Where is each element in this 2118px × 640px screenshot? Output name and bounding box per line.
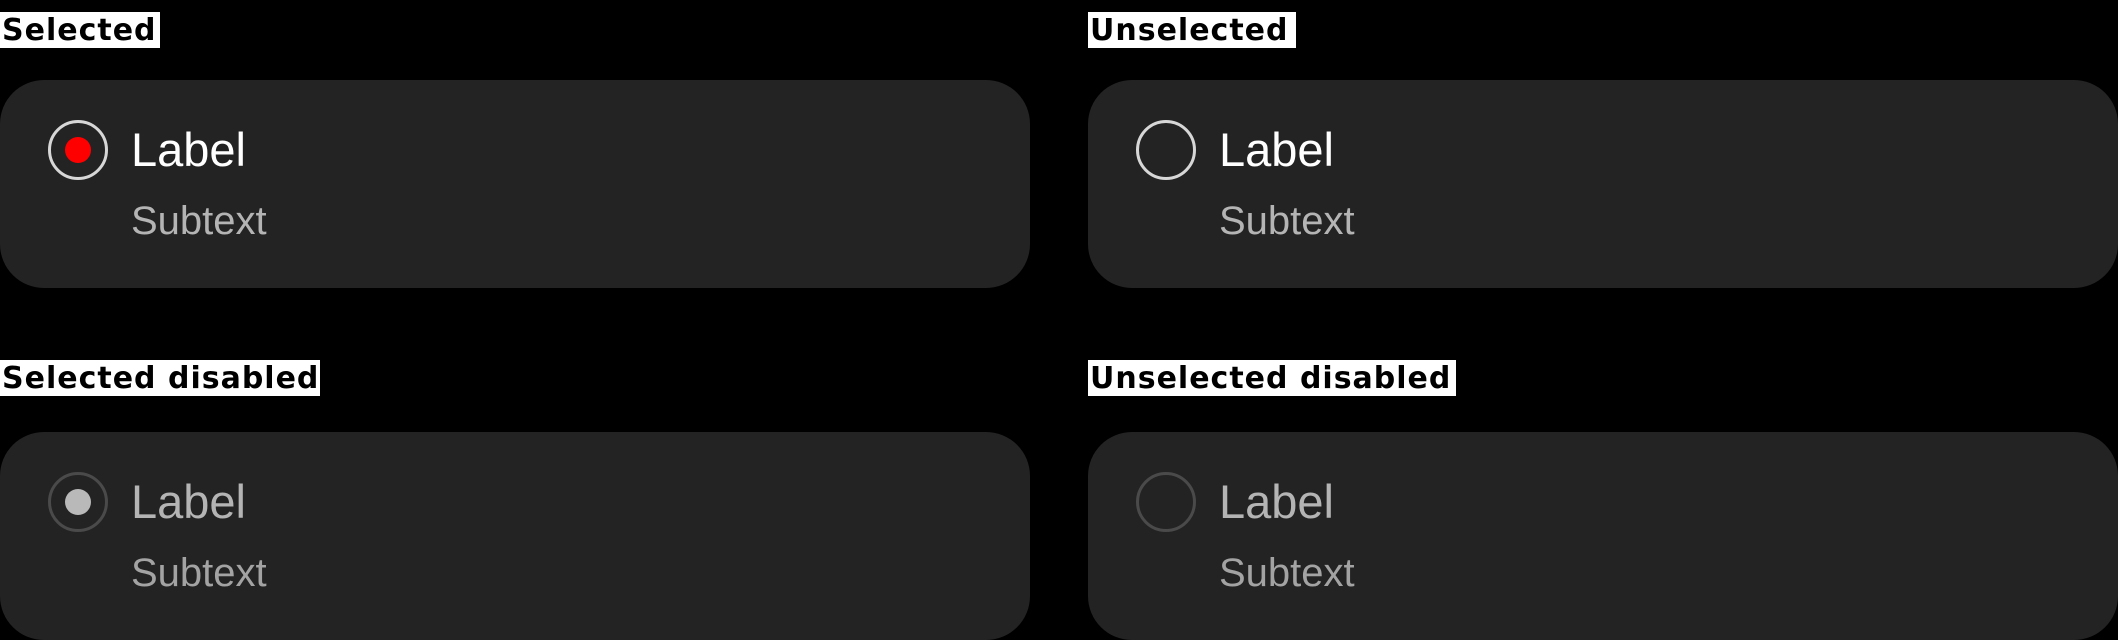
radio-option-selected[interactable]: Label Subtext (0, 80, 1030, 288)
option-label: Label (131, 475, 246, 528)
option-label: Label (1219, 123, 1334, 176)
option-label: Label (131, 123, 246, 176)
section-title-unselected-disabled: Unselected disabled (1088, 360, 1456, 396)
radio-selected-disabled-icon (48, 472, 108, 532)
section-title-selected-disabled: Selected disabled (0, 360, 320, 396)
option-label: Label (1219, 475, 1334, 528)
option-subtext: Subtext (1219, 199, 1355, 243)
section-title-unselected: Unselected (1088, 12, 1296, 48)
section-title-selected: Selected (0, 12, 160, 48)
radio-option-selected-disabled: Label Subtext (0, 432, 1030, 640)
radio-unselected-icon[interactable] (1136, 120, 1196, 180)
option-subtext: Subtext (1219, 551, 1355, 595)
radio-option-unselected-disabled: Label Subtext (1088, 432, 2118, 640)
option-subtext: Subtext (131, 551, 267, 595)
radio-dot-icon (65, 137, 91, 163)
radio-selected-icon[interactable] (48, 120, 108, 180)
radio-unselected-disabled-icon (1136, 472, 1196, 532)
option-subtext: Subtext (131, 199, 267, 243)
radio-option-unselected[interactable]: Label Subtext (1088, 80, 2118, 288)
radio-dot-icon (65, 489, 91, 515)
